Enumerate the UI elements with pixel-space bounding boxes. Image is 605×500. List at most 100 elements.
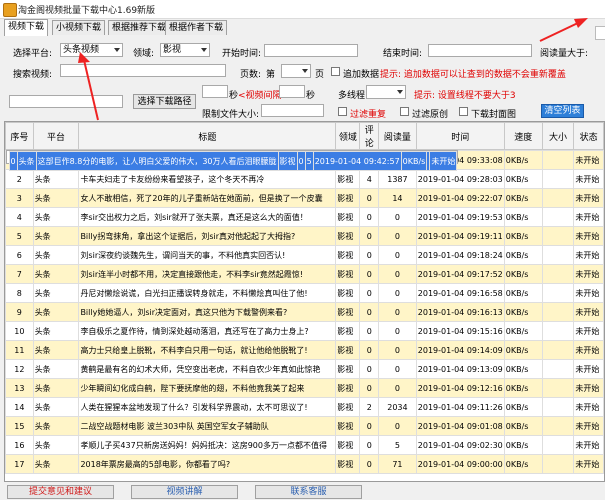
cell-reads: 0 <box>378 207 417 227</box>
cell-field: 影视 <box>335 378 361 398</box>
cell-size <box>541 283 575 303</box>
cell-field: 影视 <box>335 226 361 246</box>
cell-platform: 头条 <box>32 226 80 246</box>
cell-speed: 0KB/s <box>503 359 543 379</box>
cell-time: 2019-01-04 09:15:16 <box>415 321 505 341</box>
tab-video-download[interactable]: 视频下载 <box>4 19 49 36</box>
col-header-comments[interactable]: 评论 <box>359 122 380 150</box>
table-row[interactable]: 6 头条 刘sir深夜约谈魏先生，谓问当天的事，不料他真实回否认! 影视 0 0 2019-… <box>5 245 604 265</box>
cell-size <box>541 245 575 265</box>
cell-field: 影视 <box>335 207 361 227</box>
cell-field: 影视 <box>335 169 361 189</box>
select-path-button[interactable]: 选择下载路径 <box>133 94 196 109</box>
cell-time: 2019-01-04 09:16:13 <box>415 302 505 322</box>
col-header-title[interactable]: 标题 <box>78 122 337 150</box>
table-row[interactable]: 9 头条 Billy她她逼人，刘sir决定面对，真这只他为下载警例来看? 影视 0 0 20… <box>5 302 604 322</box>
arrowhead-right <box>574 18 588 28</box>
page-label: 页数: <box>240 70 262 80</box>
cell-comments: 0 <box>359 188 380 208</box>
cell-size <box>541 188 575 208</box>
table-row[interactable]: 14 头条 人类在猩猩本盆地发现了什么？引发科学界震动，太不可思议了! 影视 2 2034… <box>5 397 604 417</box>
cell-reads: 0 <box>378 302 417 322</box>
col-header-field[interactable]: 领域 <box>335 122 361 150</box>
cell-status: 未开始 <box>573 416 604 436</box>
cell-reads: 1387 <box>378 169 417 189</box>
cell-title: 女人不敢相信，死了20年的儿子重新站在她面前，但是换了一个皮囊 <box>78 188 337 208</box>
col-header-size[interactable]: 大小 <box>541 122 575 150</box>
cell-title: 这部巨作8.8分的电影，让人明白父爱的伟大，30万人看后泪眼朦胧 <box>35 151 279 171</box>
end-time-input[interactable] <box>428 44 532 57</box>
cell-size <box>541 302 575 322</box>
cell-status: 未开始 <box>573 264 604 284</box>
table-row[interactable]: 4 头条 李sir交出权力之后，刘sir就开了张夫票，真还是这么大的面值！ 影视 0 0 2… <box>5 207 604 227</box>
col-header-index[interactable]: 序号 <box>5 122 34 150</box>
cell-speed: 0KB/s <box>503 245 543 265</box>
append-checkbox[interactable] <box>331 67 340 76</box>
cell-speed: 0KB/s <box>503 188 543 208</box>
cell-comments: 0 <box>359 321 380 341</box>
table-row[interactable]: 2 头条 卡车夫妇走了卡友纷纷来看望孩子，这个冬天不再冷 影视 4 1387 2019-01… <box>5 169 604 189</box>
limit-size-label: 限制文件大小: <box>202 110 260 120</box>
field-select[interactable]: 影视 <box>160 43 210 57</box>
table-row[interactable]: 13 头条 少年瞬间幻化成白鹤，陛下要抚摩他的翅，不料他竟我美了起来 影视 0 0 2019… <box>5 378 604 398</box>
page-select[interactable] <box>281 64 311 78</box>
start-time-input[interactable] <box>264 44 358 57</box>
video-table[interactable]: 序号 平台 标题 领域 评论 阅读量 时间 速度 大小 状态 0 头条 这部巨作8.… <box>4 121 605 482</box>
cell-status: 未开始 <box>573 435 604 455</box>
filter-original-checkbox[interactable] <box>400 107 409 116</box>
filter-original-label: 过滤原创 <box>412 110 449 120</box>
table-row[interactable]: 17 头条 2018年票房最高的5部电影，你都看了吗? 影视 0 71 2019-01-04… <box>5 454 604 474</box>
col-header-time[interactable]: 时间 <box>415 122 505 150</box>
table-row[interactable]: 10 头条 李自极乐之夏作待，情到深处越动落泪，真还写在了高力士身上? 影视 0 0 201… <box>5 321 604 341</box>
cell-field: 影视 <box>335 264 361 284</box>
search-input[interactable] <box>60 64 226 77</box>
col-header-status[interactable]: 状态 <box>573 122 604 150</box>
cell-title: Billy她她逼人，刘sir决定面对，真这只他为下载警例来看? <box>78 302 337 322</box>
platform-select[interactable]: 头条视频 <box>60 43 123 57</box>
cell-platform: 头条 <box>32 397 80 417</box>
limit-size-input[interactable] <box>261 104 324 117</box>
cell-comments: 4 <box>359 169 380 189</box>
cell-speed: 0KB/s <box>503 416 543 436</box>
bottom-bar: 提交意见和建议 视频讲解 联系客服 <box>0 483 605 500</box>
cell-size <box>541 169 575 189</box>
cell-title: 2018年票房最高的5部电影，你都看了吗? <box>78 454 337 474</box>
feedback-button[interactable]: 提交意见和建议 <box>7 485 114 499</box>
table-row[interactable]: 16 头条 孝顺儿子买437只新房送妈妈！妈妈抵决：这房900多万一点都不值得 影视 0… <box>5 435 604 455</box>
thread-select[interactable] <box>366 85 406 99</box>
clear-list-button[interactable]: 清空列表 <box>541 104 584 118</box>
col-header-speed[interactable]: 速度 <box>503 122 543 150</box>
cell-field: 影视 <box>335 245 361 265</box>
cell-time: 2019-01-04 09:19:11 <box>415 226 505 246</box>
col-header-reads[interactable]: 阅读量 <box>378 122 417 150</box>
seconds-b-input[interactable] <box>279 85 305 98</box>
video-tutorial-button[interactable]: 视频讲解 <box>131 485 238 499</box>
table-row[interactable]: 8 头条 丹尼对懒烩说谎，白光扫正播误转身就走，不料懒烩真叫住了他! 影视 0 0 2019… <box>5 283 604 303</box>
table-row[interactable]: 12 头条 黄鹤是最有名的幻术大师，凭空变出老虎，不料自农少年真如此惊艳 影视 0 0 20… <box>5 359 604 379</box>
col-header-platform[interactable]: 平台 <box>32 122 80 150</box>
download-cover-checkbox[interactable] <box>459 107 468 116</box>
tab-short-video-download[interactable]: 小视频下载 <box>52 20 106 35</box>
table-row[interactable]: 5 头条 Billy拐弯抹角，拿出这个证据后，刘sir真对他起起了大拇指? 影视 0 0 2… <box>5 226 604 246</box>
filter-repeat-checkbox[interactable] <box>338 107 347 116</box>
seconds-a-input[interactable] <box>202 85 228 98</box>
tab-recommend-download[interactable]: 根据推荐下载 <box>108 20 171 35</box>
cell-size <box>541 264 575 284</box>
contact-service-button[interactable]: 联系客服 <box>255 485 362 499</box>
cell-comments: 0 <box>296 151 306 171</box>
table-row[interactable]: 7 头条 刘sir连半小时都不用，决定直接跟他走，不料李sir竟然起霞惊! 影视 0 0 2… <box>5 264 604 284</box>
cell-size <box>541 416 575 436</box>
table-row[interactable]: 3 头条 女人不敢相信，死了20年的儿子重新站在她面前，但是换了一个皮囊 影视 0 14 2… <box>5 188 604 208</box>
cell-status: 未开始 <box>573 226 604 246</box>
cell-index: 6 <box>5 245 34 265</box>
cell-platform: 头条 <box>32 416 80 436</box>
cell-title: 李sir交出权力之后，刘sir就开了张夫票，真还是这么大的面值！ <box>78 207 337 227</box>
table-row[interactable]: 11 头条 高力士只给皇上脱靴，不料李白只用一句话，就让他给他脱靴了! 影视 0 0 201… <box>5 340 604 360</box>
table-row[interactable]: 15 头条 二战空战题材电影 波兰303中队 英国空军女子辅助队 影视 0 0 2019-0… <box>5 416 604 436</box>
cell-title: 刘sir深夜约谈魏先生，谓问当天的事，不料他真实回否认! <box>78 245 337 265</box>
cell-field: 影视 <box>335 283 361 303</box>
table-row[interactable]: 0 头条 这部巨作8.8分的电影，让人明白父爱的伟大，30万人看后泪眼朦胧 影视 0 5 2… <box>5 150 459 171</box>
path-input[interactable] <box>9 95 123 108</box>
cell-field: 影视 <box>335 321 361 341</box>
tab-author-download[interactable]: 根据作者下载 <box>165 20 228 35</box>
